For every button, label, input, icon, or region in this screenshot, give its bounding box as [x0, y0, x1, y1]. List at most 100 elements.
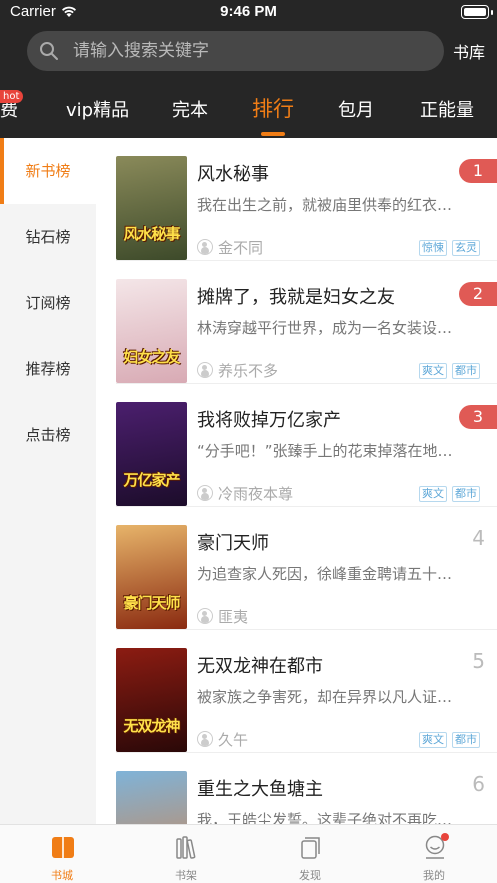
- book-row[interactable]: 万亿家产 我将败掉万亿家产 “分手吧！”张臻手上的花束掉落在地… 冷雨夜本尊 爽…: [96, 384, 497, 507]
- tab-bookshelf[interactable]: 书架: [124, 825, 248, 883]
- tab-vip[interactable]: vip精品: [66, 96, 129, 122]
- rank-number: 4: [472, 526, 485, 550]
- book-cover: 风水秘事: [116, 156, 187, 260]
- book-tag: 都市: [452, 363, 480, 379]
- tab-label: vip精品: [66, 100, 130, 121]
- book-row[interactable]: 重生之大鱼塘主 我，王皓尘发誓。这辈子绝对不再吃… 6: [96, 753, 497, 824]
- tab-label: 书城: [51, 869, 73, 882]
- cover-title: 无双龙神: [123, 717, 180, 735]
- cover-title: 风水秘事: [123, 225, 180, 243]
- tab-bookstore[interactable]: 书城: [0, 825, 124, 883]
- book-tag: 爽文: [419, 732, 447, 748]
- sidebar-item-diamond[interactable]: 钻石榜: [0, 204, 96, 270]
- author-icon: [197, 239, 213, 255]
- sidebar-item-clicks[interactable]: 点击榜: [0, 402, 96, 468]
- book-title: 无双龙神在都市: [197, 656, 323, 677]
- rank-number: 6: [472, 772, 485, 796]
- cover-title: 妇女之友: [123, 348, 180, 366]
- tab-profile[interactable]: 我的: [372, 825, 496, 883]
- sidebar-item-subscribe[interactable]: 订阅榜: [0, 270, 96, 336]
- tab-label: 发现: [299, 869, 321, 882]
- sidebar-item-recommend[interactable]: 推荐榜: [0, 336, 96, 402]
- tab-ranking[interactable]: 排行: [252, 93, 294, 123]
- tab-label: 包月: [338, 100, 374, 121]
- tab-free[interactable]: hot 费: [0, 90, 24, 122]
- book-description: “分手吧！”张臻手上的花束掉落在地…: [197, 442, 453, 460]
- tab-positive-energy[interactable]: 正能量: [420, 96, 474, 122]
- battery-nub: [491, 10, 493, 15]
- book-icon: [52, 837, 74, 858]
- book-description: 林涛穿越平行世界，成为一名女装设…: [197, 319, 453, 337]
- tab-label: 费: [0, 100, 18, 121]
- tab-label: 书架: [175, 869, 197, 882]
- author-icon: [197, 485, 213, 501]
- sidebar-item-new[interactable]: 新书榜: [0, 138, 96, 204]
- cover-title: 万亿家产: [123, 471, 180, 489]
- hot-badge: hot: [0, 90, 24, 103]
- cover-title: 豪门天师: [123, 594, 180, 612]
- book-cover: 豪门天师: [116, 525, 187, 629]
- book-tag: 都市: [452, 486, 480, 502]
- tab-label: 排行: [252, 97, 294, 121]
- tab-indicator: [261, 132, 285, 136]
- book-author: 养乐不多: [218, 362, 279, 380]
- book-description: 为追查家人死因，徐峰重金聘请五十…: [197, 565, 453, 583]
- book-description: 我在出生之前，就被庙里供奉的红衣…: [197, 196, 453, 214]
- book-row[interactable]: 豪门天师 豪门天师 为追查家人死因，徐峰重金聘请五十… 匪夷 4: [96, 507, 497, 630]
- rank-badge: 3: [459, 405, 497, 429]
- status-bar: Carrier 9:46 PM: [0, 0, 497, 26]
- bottom-tab-bar: 书城 书架 发现 我的: [0, 824, 497, 883]
- tab-label: 我的: [423, 869, 445, 882]
- book-description: 被家族之争害死，却在异界以凡人证…: [197, 688, 453, 706]
- rank-number: 5: [472, 649, 485, 673]
- tab-completed[interactable]: 完本: [172, 96, 208, 122]
- book-title: 豪门天师: [197, 533, 269, 554]
- sidebar-item-label: 点击榜: [25, 426, 71, 444]
- book-tag: 都市: [452, 732, 480, 748]
- sidebar-item-label: 推荐榜: [25, 360, 71, 378]
- notification-dot: [441, 833, 449, 841]
- book-tag: 惊悚: [419, 240, 447, 256]
- tab-discover[interactable]: 发现: [248, 825, 372, 883]
- book-row[interactable]: 妇女之友 摊牌了，我就是妇女之友 林涛穿越平行世界，成为一名女装设… 养乐不多 …: [96, 261, 497, 384]
- book-author: 金不同: [218, 239, 264, 257]
- rank-badge: 2: [459, 282, 497, 306]
- author-icon: [197, 362, 213, 378]
- sidebar-item-label: 订阅榜: [25, 294, 71, 312]
- book-tag: 玄灵: [452, 240, 480, 256]
- book-tag: 爽文: [419, 363, 447, 379]
- book-cover: [116, 771, 187, 824]
- book-author: 匪夷: [218, 608, 249, 626]
- search-bar[interactable]: [27, 31, 444, 71]
- book-cover: 妇女之友: [116, 279, 187, 383]
- tab-monthly[interactable]: 包月: [338, 96, 374, 122]
- discover-icon: [301, 837, 320, 859]
- book-author: 冷雨夜本尊: [218, 485, 294, 503]
- book-list[interactable]: 风水秘事 风水秘事 我在出生之前，就被庙里供奉的红衣… 金不同 惊悚 玄灵 1 …: [96, 138, 497, 824]
- tab-label: 正能量: [420, 100, 474, 121]
- search-input[interactable]: [73, 31, 433, 71]
- search-icon: [40, 42, 58, 60]
- header: 书库 hot 费 vip精品 完本 排行 包月 正能量: [0, 26, 497, 138]
- sidebar-item-label: 钻石榜: [25, 228, 71, 246]
- clock: 9:46 PM: [220, 3, 277, 20]
- book-title: 重生之大鱼塘主: [197, 779, 323, 800]
- ranking-sidebar: 新书榜 钻石榜 订阅榜 推荐榜 点击榜: [0, 138, 96, 824]
- battery-icon: [461, 5, 489, 19]
- author-icon: [197, 608, 213, 624]
- sidebar-item-label: 新书榜: [25, 162, 71, 180]
- tab-label: 完本: [172, 100, 208, 121]
- library-button[interactable]: 书库: [453, 39, 485, 63]
- book-description: 我，王皓尘发誓。这辈子绝对不再吃…: [197, 811, 453, 824]
- book-title: 风水秘事: [197, 164, 269, 185]
- rank-badge: 1: [459, 159, 497, 183]
- book-title: 我将败掉万亿家产: [197, 410, 341, 431]
- author-icon: [197, 731, 213, 747]
- book-tag: 爽文: [419, 486, 447, 502]
- book-row[interactable]: 风水秘事 风水秘事 我在出生之前，就被庙里供奉的红衣… 金不同 惊悚 玄灵 1: [96, 138, 497, 261]
- book-row[interactable]: 无双龙神 无双龙神在都市 被家族之争害死，却在异界以凡人证… 久午 爽文 都市 …: [96, 630, 497, 753]
- book-cover: 万亿家产: [116, 402, 187, 506]
- book-author: 久午: [218, 731, 249, 749]
- book-cover: 无双龙神: [116, 648, 187, 752]
- category-tabs: hot 费 vip精品 完本 排行 包月 正能量: [0, 88, 497, 138]
